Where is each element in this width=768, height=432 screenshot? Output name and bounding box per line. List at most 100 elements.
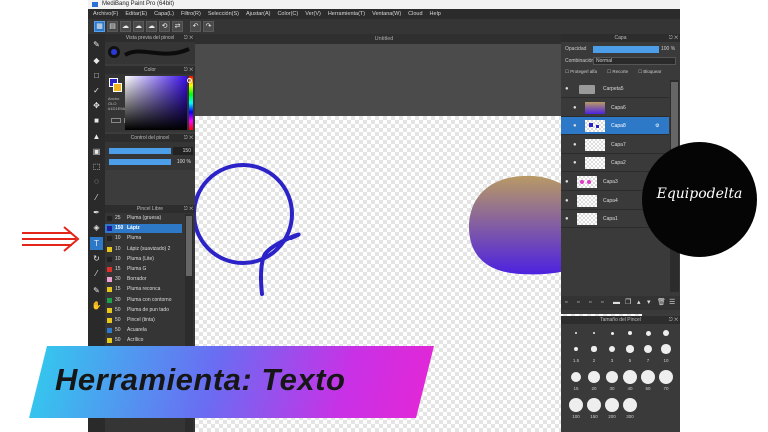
hue-slider[interactable] [189,76,193,130]
menu-item[interactable]: Color(C) [277,9,298,19]
flip-icon[interactable]: ⇄ [172,21,183,32]
protect-alpha-checkbox[interactable]: ☐ Protegerl alfa [565,69,597,76]
brush-size-option[interactable] [591,346,597,352]
menu-item[interactable]: Cloud [408,9,422,19]
brush-size-option[interactable] [608,345,616,353]
rect-select-tool-icon[interactable]: □ [90,69,103,82]
layer-row[interactable]: ● Capa7 [561,136,669,154]
brush-size-option[interactable] [623,398,637,412]
new-layer-1bit-icon[interactable]: ▫ [589,296,591,310]
panel-toggle-icon[interactable]: ▤ [107,21,118,32]
brush-size-option[interactable] [588,371,600,383]
operation-tool-icon[interactable]: ↻ [90,252,103,265]
layer-menu-icon[interactable]: ☰ [669,296,675,310]
brush-size-option[interactable] [626,345,634,353]
pen-tool-icon[interactable]: ✎ [90,284,103,297]
color-mode-button[interactable] [111,118,121,123]
close-icon[interactable]: ⎋ ✕ [669,316,678,324]
lasso-tool-icon[interactable]: ◌ [90,175,103,188]
eraser-tool-icon[interactable]: ◆ [90,54,103,67]
brush-list-item[interactable]: 10 Pluma (Lite) [105,255,182,264]
brush-size-value[interactable]: 150 [173,147,193,155]
brush-size-option[interactable] [659,370,673,384]
fill-rect-tool-icon[interactable]: ■ [90,114,103,127]
menu-item[interactable]: Editar(E) [125,9,147,19]
visibility-eye-icon[interactable]: ● [573,154,577,172]
brush-list-item[interactable]: 50 Acrílico [105,336,182,345]
menu-item[interactable]: Ver(V) [305,9,321,19]
undo-icon[interactable]: ↶ [190,21,201,32]
grid-view-icon[interactable]: ▦ [94,21,105,32]
visibility-eye-icon[interactable]: ● [565,192,569,210]
menu-item[interactable]: Capa(L) [154,9,174,19]
background-color-swatch[interactable] [113,83,122,92]
check-tool-icon[interactable]: ✓ [90,84,103,97]
cloud-save-icon[interactable]: ☁ [133,21,144,32]
menu-item[interactable]: Ajustar(A) [246,9,270,19]
move-tool-icon[interactable]: ✥ [90,99,103,112]
close-icon[interactable]: ⎋ ✕ [184,134,193,142]
cloud-icon[interactable]: ☁ [120,21,131,32]
brush-list-item[interactable]: 150 Lápiz [105,224,182,234]
new-layer-icon[interactable]: ▫ [565,296,567,310]
brush-size-option[interactable] [610,331,614,335]
brush-list-item[interactable]: 10 Pluma [105,234,182,243]
visibility-eye-icon[interactable]: ● [565,210,569,228]
visibility-eye-icon[interactable]: ● [573,117,577,135]
move-up-icon[interactable]: ▴ [637,296,641,310]
brush-size-option[interactable] [569,398,583,412]
eyedropper-tool-icon[interactable]: ⁄ [90,267,103,280]
text-tool-icon[interactable]: T [90,237,103,250]
brush-size-option[interactable] [570,371,582,383]
close-icon[interactable]: ⎋ ✕ [184,66,193,74]
brush-list-item[interactable]: 50 Pincel (tinta) [105,316,182,325]
rotate-icon[interactable]: ⟲ [159,21,170,32]
gradient-tool-icon[interactable]: ▣ [90,145,103,158]
brush-list-item[interactable]: 15 Pluma reconca [105,285,182,294]
layer-row[interactable]: ● Carpeta5 [561,80,669,98]
brush-size-option[interactable] [575,332,577,334]
scrollbar-thumb[interactable] [186,216,192,276]
menu-item[interactable]: Selección(S) [208,9,239,19]
close-icon[interactable]: ⎋ ✕ [184,205,193,213]
brush-size-option[interactable] [605,398,619,412]
menu-item[interactable]: Herramienta(T) [328,9,365,19]
layer-opacity-slider[interactable] [593,46,659,53]
brush-opacity-slider[interactable] [109,159,171,165]
brush-size-option[interactable] [663,330,669,336]
layer-row[interactable]: ● Capa8 ⚙ [561,117,669,136]
saturation-value-picker[interactable] [125,76,187,130]
lock-checkbox[interactable]: ☐ Bloquear [638,69,661,76]
brush-size-option[interactable] [605,370,619,384]
clipping-checkbox[interactable]: ☐ Recorte [607,69,628,76]
select-tool-icon[interactable]: ⬚ [90,160,103,173]
close-icon[interactable]: ⎋ ✕ [184,34,193,42]
color-picker-handle[interactable] [187,78,192,83]
move-down-icon[interactable]: ▾ [647,296,651,310]
cloud-download-icon[interactable]: ☁ [146,21,157,32]
brush-size-option[interactable] [643,344,653,354]
new-layer-8bit-icon[interactable]: ▫ [577,296,579,310]
menu-item[interactable]: Help [430,9,441,19]
visibility-eye-icon[interactable]: ● [573,99,577,117]
hand-tool-icon[interactable]: ✋ [90,299,103,312]
wand-tool-icon[interactable]: ⁄ [90,191,103,204]
bucket-tool-icon[interactable]: ▲ [90,130,103,143]
menu-item[interactable]: Filtro(R) [181,9,201,19]
brush-size-option[interactable] [587,398,601,412]
canvas-tab[interactable]: Untitled [195,34,573,44]
duplicate-layer-icon[interactable]: ❐ [625,296,631,310]
brush-size-option[interactable] [661,344,671,354]
delete-layer-icon[interactable]: 🗑 [657,296,666,310]
redo-icon[interactable]: ↷ [203,21,214,32]
visibility-eye-icon[interactable]: ● [573,136,577,154]
brush-list-item[interactable]: 30 Borrador [105,275,182,284]
brush-size-option[interactable] [574,347,578,351]
brush-size-option[interactable] [623,370,637,384]
brush-list-item[interactable]: 25 Pluma (gruesa) [105,214,182,223]
brush-list-item[interactable]: 30 Pluma con contorno [105,296,182,305]
brush-size-slider[interactable] [109,148,171,154]
brush-list-item[interactable]: 10 Lápiz (suavizado) 2 [105,245,182,254]
new-folder-icon[interactable]: ▬ [613,296,620,310]
brush-size-option[interactable] [628,331,632,335]
